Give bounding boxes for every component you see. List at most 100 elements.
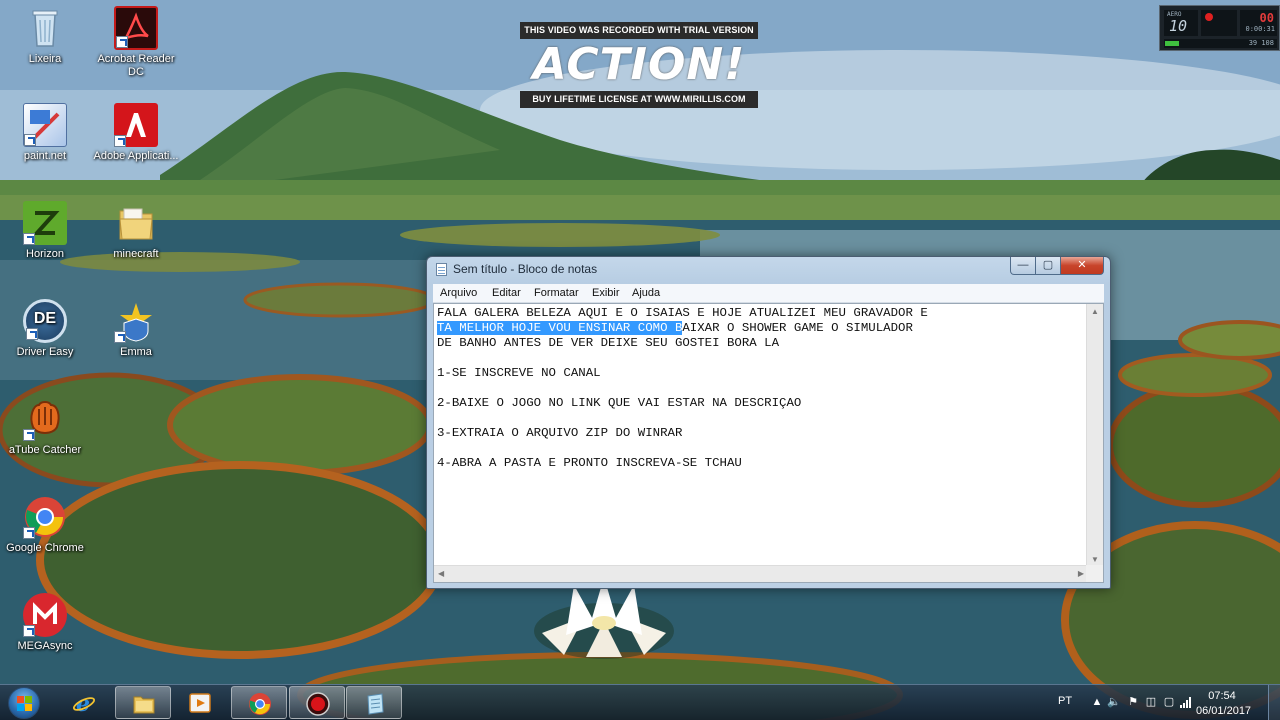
text-line <box>437 441 928 456</box>
chrome-icon <box>248 692 272 716</box>
scrollbar-corner <box>1086 565 1103 582</box>
menu-formatar[interactable]: Formatar <box>534 287 579 299</box>
desktop-icon-label: aTube Catcher <box>8 444 82 456</box>
emma-icon <box>114 299 158 343</box>
shortcut-arrow-icon <box>23 527 35 539</box>
text-line <box>437 381 928 396</box>
desktop-icon-label: Driver Easy <box>16 346 74 358</box>
close-button[interactable]: ✕ <box>1060 257 1104 275</box>
show-desktop-button[interactable] <box>1268 685 1280 720</box>
scroll-left-icon[interactable]: ◀ <box>438 569 444 578</box>
atube-catcher-icon <box>23 397 67 441</box>
record-icon <box>306 692 330 716</box>
desktop-icon-label: MEGAsync <box>17 640 73 652</box>
watermark-top-text: THIS VIDEO WAS RECORDED WITH TRIAL VERSI… <box>520 22 758 39</box>
taskbar-notepad[interactable] <box>346 686 402 719</box>
shortcut-arrow-icon <box>26 328 38 340</box>
recorder-size-bar: 39 108 <box>1164 39 1277 48</box>
text-line: 4-ABRA A PASTA E PRONTO INSCREVA-SE TCHA… <box>437 456 742 470</box>
selected-text: TA MELHOR HOJE VOU ENSINAR COMO B <box>437 321 683 335</box>
shortcut-arrow-icon <box>23 429 35 441</box>
clock[interactable]: 07:54 06/01/2017 <box>1196 689 1251 719</box>
text-line: 2-BAIXE O JOGO NO LINK QUE VAI ESTAR NA … <box>437 396 802 410</box>
adobe-application-icon <box>114 103 158 147</box>
taskbar-file-explorer[interactable] <box>115 686 171 719</box>
watermark-bottom-text: BUY LIFETIME LICENSE AT WWW.MIRILLIS.COM <box>520 91 758 108</box>
desktop-icon-label: paint.net <box>23 150 67 162</box>
file-explorer-icon <box>132 692 156 716</box>
driver-easy-icon: DE <box>23 299 67 343</box>
notepad-window[interactable]: Sem título - Bloco de notas — ▢ ✕ Arquiv… <box>426 256 1111 589</box>
desktop-icon-label: minecraft <box>113 248 159 260</box>
show-hidden-icons-arrow-icon[interactable]: ▲ <box>1090 695 1104 709</box>
recorder-level-fill <box>1165 41 1179 46</box>
language-indicator[interactable]: PT <box>1058 685 1078 720</box>
horizon-icon <box>23 201 67 245</box>
taskbar-media-player[interactable] <box>172 686 228 719</box>
volume-icon[interactable]: 🔈 <box>1107 695 1121 709</box>
notepad-icon <box>436 263 447 276</box>
menu-arquivo[interactable]: Arquivo <box>440 287 477 299</box>
scroll-up-icon[interactable]: ▲ <box>1091 307 1099 316</box>
recorder-watermark: THIS VIDEO WAS RECORDED WITH TRIAL VERSI… <box>520 22 758 110</box>
horizontal-scrollbar[interactable]: ◀ ▶ <box>434 565 1088 582</box>
desktop-icon-acrobat-reader[interactable]: Acrobat Reader DC <box>91 6 181 79</box>
acrobat-reader-icon <box>114 6 158 50</box>
text-line-rest: AIXAR O SHOWER GAME O SIMULADOR <box>682 321 913 335</box>
taskbar-internet-explorer[interactable]: e <box>56 686 112 719</box>
desktop-icon-minecraft[interactable]: minecraft <box>91 201 181 261</box>
clock-time: 07:54 <box>1208 690 1236 702</box>
signal-strength-icon[interactable] <box>1179 695 1193 709</box>
taskbar-chrome[interactable] <box>231 686 287 719</box>
desktop-icon-adobe-application[interactable]: Adobe Applicati... <box>91 103 181 163</box>
shortcut-arrow-icon <box>114 135 126 147</box>
menu-editar[interactable]: Editar <box>492 287 521 299</box>
network-tray-icon[interactable]: ◫ <box>1144 695 1158 709</box>
internet-explorer-icon: e <box>72 691 96 717</box>
recorder-mode-display: AERO 10 <box>1164 10 1198 36</box>
desktop-icon-megasync[interactable]: MEGAsync <box>0 593 90 653</box>
desktop-icon-horizon[interactable]: Horizon <box>0 201 90 261</box>
scroll-right-icon[interactable]: ▶ <box>1078 569 1084 578</box>
window-titlebar[interactable]: Sem título - Bloco de notas — ▢ ✕ <box>427 257 1110 281</box>
desktop-icon-label: Acrobat Reader DC <box>97 53 175 78</box>
vertical-scrollbar[interactable]: ▲ ▼ <box>1086 304 1103 567</box>
action-logo: ACTION! <box>532 39 746 90</box>
text-editor[interactable]: FALA GALERA BELEZA AQUI E O ISAIAS E HOJ… <box>433 303 1104 583</box>
text-line <box>437 411 928 426</box>
desktop-icon-label: Lixeira <box>28 53 62 65</box>
recorder-widget[interactable]: AERO 10 00 0:00:31 39 108 <box>1159 5 1280 51</box>
megasync-icon <box>23 593 67 637</box>
desktop-icon-atube-catcher[interactable]: aTube Catcher <box>0 397 90 457</box>
record-dot-icon <box>1205 13 1213 21</box>
media-player-icon <box>188 691 212 715</box>
start-button[interactable] <box>4 686 46 720</box>
text-line: 1-SE INSCREVE NO CANAL <box>437 366 601 380</box>
recorder-rec-display <box>1201 10 1237 36</box>
notepad-icon <box>363 692 387 716</box>
minimize-button[interactable]: — <box>1010 257 1036 275</box>
desktop-icon-recycle-bin[interactable]: Lixeira <box>0 6 90 66</box>
desktop-icon-emma[interactable]: Emma <box>91 299 181 359</box>
shortcut-arrow-icon <box>24 134 36 146</box>
desktop-icon-paint-net[interactable]: paint.net <box>0 103 90 163</box>
desktop-icon-label: Adobe Applicati... <box>93 150 179 162</box>
action-center-flag-icon[interactable]: ⚑ <box>1126 695 1140 709</box>
menu-exibir[interactable]: Exibir <box>592 287 620 299</box>
maximize-button[interactable]: ▢ <box>1035 257 1061 275</box>
desktop-icon-label: Google Chrome <box>6 542 84 554</box>
text-line <box>437 351 928 366</box>
scroll-down-icon[interactable]: ▼ <box>1091 555 1099 564</box>
desktop-icon-google-chrome[interactable]: Google Chrome <box>0 495 90 555</box>
shortcut-arrow-icon <box>23 625 35 637</box>
paint-net-icon <box>23 103 67 147</box>
taskbar-action-recorder[interactable] <box>289 686 345 719</box>
editor-text[interactable]: FALA GALERA BELEZA AQUI E O ISAIAS E HOJ… <box>437 306 928 471</box>
shortcut-arrow-icon <box>23 233 35 245</box>
tray-app-icon[interactable]: ▢ <box>1162 695 1176 709</box>
desktop-icon-driver-easy[interactable]: DE Driver Easy <box>0 299 90 359</box>
shortcut-arrow-icon <box>114 331 126 343</box>
window-title: Sem título - Bloco de notas <box>453 262 598 276</box>
recycle-bin-icon <box>23 6 67 50</box>
menu-ajuda[interactable]: Ajuda <box>632 287 660 299</box>
